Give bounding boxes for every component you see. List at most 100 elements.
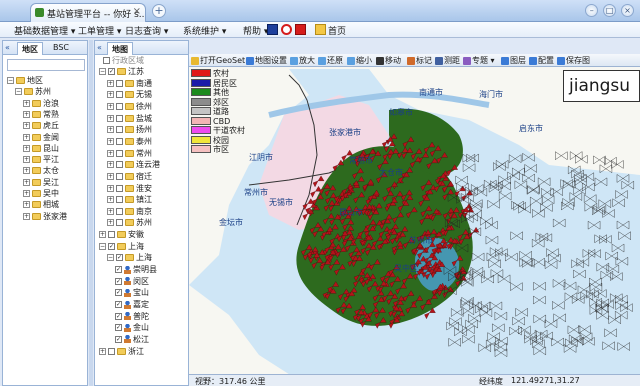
theme-dropdown[interactable]: 专题 ▾	[463, 55, 495, 66]
checkbox[interactable]: ✓	[115, 266, 122, 274]
save-image-button[interactable]: 保存图	[557, 55, 590, 66]
menu-basic-data[interactable]: 基础数据管理 ▾	[14, 24, 75, 37]
expand-icon[interactable]: +	[107, 184, 114, 192]
expand-icon[interactable]: +	[107, 219, 114, 227]
region-tree-item[interactable]: + 常熟	[23, 109, 59, 120]
collapse-icon[interactable]: −	[107, 254, 114, 262]
layer-tree-item[interactable]: ✓ 崇明县	[115, 264, 157, 275]
expand-icon[interactable]: +	[23, 133, 30, 141]
collapse-icon[interactable]: −	[15, 88, 22, 96]
checkbox[interactable]: ✓	[115, 324, 122, 332]
mark-button[interactable]: 标记	[407, 55, 432, 66]
layer-tree-item[interactable]: + 泰州	[107, 136, 152, 147]
expand-icon[interactable]: +	[107, 114, 114, 122]
layers-button[interactable]: 图层	[501, 55, 526, 66]
checkbox[interactable]	[108, 231, 115, 239]
expand-icon[interactable]: +	[99, 347, 106, 355]
layer-tree-item[interactable]: + 浙江	[99, 346, 144, 357]
checkbox[interactable]	[116, 149, 123, 157]
layer-tree-item[interactable]: ✓ 闵区	[115, 276, 149, 287]
expand-icon[interactable]: +	[23, 167, 30, 175]
tab-map[interactable]: 地图	[107, 42, 133, 55]
checkbox[interactable]: ✓	[115, 312, 122, 320]
layer-tree-item[interactable]: ✓ 金山	[115, 322, 149, 333]
menu-work-orders[interactable]: 工单管理 ▾	[78, 24, 121, 37]
layer-tree-item[interactable]: + 南京	[107, 206, 152, 217]
region-tree-item[interactable]: + 昆山	[23, 143, 59, 154]
home-icon[interactable]	[315, 24, 326, 35]
checkbox[interactable]	[116, 219, 123, 227]
region-tree-item[interactable]: + 金阊	[23, 132, 59, 143]
expand-icon[interactable]: +	[107, 126, 114, 134]
layer-tree-item[interactable]: + 徐州	[107, 101, 152, 112]
checkbox[interactable]: ✓	[108, 242, 115, 250]
checkbox[interactable]	[116, 161, 123, 169]
layer-tree-item[interactable]: + 扬州	[107, 124, 152, 135]
region-tree-item[interactable]: + 虎丘	[23, 120, 59, 131]
restore-button[interactable]: 还原	[318, 55, 343, 66]
layer-tree-item[interactable]: ✓ 嘉定	[115, 299, 149, 310]
checkbox[interactable]	[116, 137, 123, 145]
collapse-map-panel-icon[interactable]: «	[97, 43, 102, 52]
checkbox[interactable]: ✓	[115, 277, 122, 285]
layer-tree-item[interactable]: + 苏州	[107, 217, 152, 228]
checkbox[interactable]: ✓	[108, 68, 115, 75]
expand-icon[interactable]: +	[107, 149, 114, 157]
region-tree-item[interactable]: − 地区	[7, 75, 43, 86]
region-tree-item[interactable]: − 苏州	[15, 86, 51, 97]
expand-icon[interactable]: +	[23, 144, 30, 152]
zoom-in-button[interactable]: 放大	[290, 55, 315, 66]
checkbox[interactable]: ✓	[116, 254, 123, 262]
collapse-icon[interactable]: −	[99, 68, 106, 75]
expand-icon[interactable]: +	[23, 122, 30, 130]
layer-tree-item[interactable]: + 镇江	[107, 194, 152, 205]
layer-tree-item[interactable]: + 盐城	[107, 113, 152, 124]
checkbox[interactable]	[103, 57, 110, 64]
layer-tree-item[interactable]: − ✓ 江苏	[99, 66, 144, 77]
menu-help[interactable]: 帮助 ▾	[243, 24, 268, 37]
close-tab-icon[interactable]: ×	[133, 6, 141, 17]
expand-icon[interactable]: +	[107, 79, 114, 87]
collapse-icon[interactable]: −	[99, 242, 106, 250]
delete-icon[interactable]	[295, 24, 306, 35]
checkbox[interactable]: ✓	[115, 289, 122, 297]
layer-tree-item[interactable]: + 无锡	[107, 89, 152, 100]
expand-icon[interactable]: +	[23, 110, 30, 118]
checkbox[interactable]	[116, 91, 123, 99]
map-canvas[interactable]: 南通市 海门市 启东市 常熟市 太仓市 昆山市 苏州市 吴中区 张家港市 江阴市 金坛市 无锡市 常州市…	[189, 54, 640, 386]
panel-splitter[interactable]	[89, 40, 93, 386]
checkbox[interactable]	[116, 102, 123, 110]
checkbox[interactable]	[116, 79, 123, 87]
expand-icon[interactable]: +	[23, 190, 30, 197]
close-window-button[interactable]: ×	[621, 4, 634, 17]
region-tree-item[interactable]: + 平江	[23, 154, 59, 165]
expand-icon[interactable]: +	[107, 91, 114, 99]
checkbox[interactable]	[116, 207, 123, 215]
checkbox[interactable]: ✓	[115, 335, 122, 343]
checkbox[interactable]	[108, 347, 115, 355]
region-tree-item[interactable]: + 张家港	[23, 211, 67, 222]
expand-icon[interactable]: +	[23, 178, 30, 186]
expand-icon[interactable]: +	[23, 212, 30, 220]
checkbox[interactable]	[116, 114, 123, 122]
expand-icon[interactable]: +	[23, 156, 30, 164]
minimize-button[interactable]: –	[585, 4, 599, 17]
menu-system-maintenance[interactable]: 系统维护 ▾	[183, 24, 226, 37]
expand-icon[interactable]: +	[23, 99, 30, 107]
region-tree-item[interactable]: + 沧浪	[23, 98, 59, 109]
expand-icon[interactable]: +	[99, 231, 106, 239]
region-tree-item[interactable]: + 吴江	[23, 177, 59, 188]
expand-icon[interactable]: +	[23, 201, 30, 209]
layer-tree-item[interactable]: ✓ 宝山	[115, 287, 149, 298]
region-tree-item[interactable]: + 太仓	[23, 165, 59, 176]
layer-tree-item[interactable]: + 淮安	[107, 183, 152, 194]
browser-tab[interactable]: 基站管理平台 -- 你好 s... ×	[30, 3, 146, 22]
stop-icon[interactable]	[281, 24, 292, 35]
checkbox[interactable]	[116, 126, 123, 134]
open-geoset-button[interactable]: 打开GeoSet	[191, 55, 245, 66]
region-tree-item[interactable]: + 吴中	[23, 188, 59, 199]
checkbox[interactable]	[116, 196, 123, 204]
expand-icon[interactable]: +	[107, 172, 114, 180]
menu-log-query[interactable]: 日志查询 ▾	[125, 24, 168, 37]
layer-tree-item[interactable]: ✓ 松江	[115, 334, 149, 345]
